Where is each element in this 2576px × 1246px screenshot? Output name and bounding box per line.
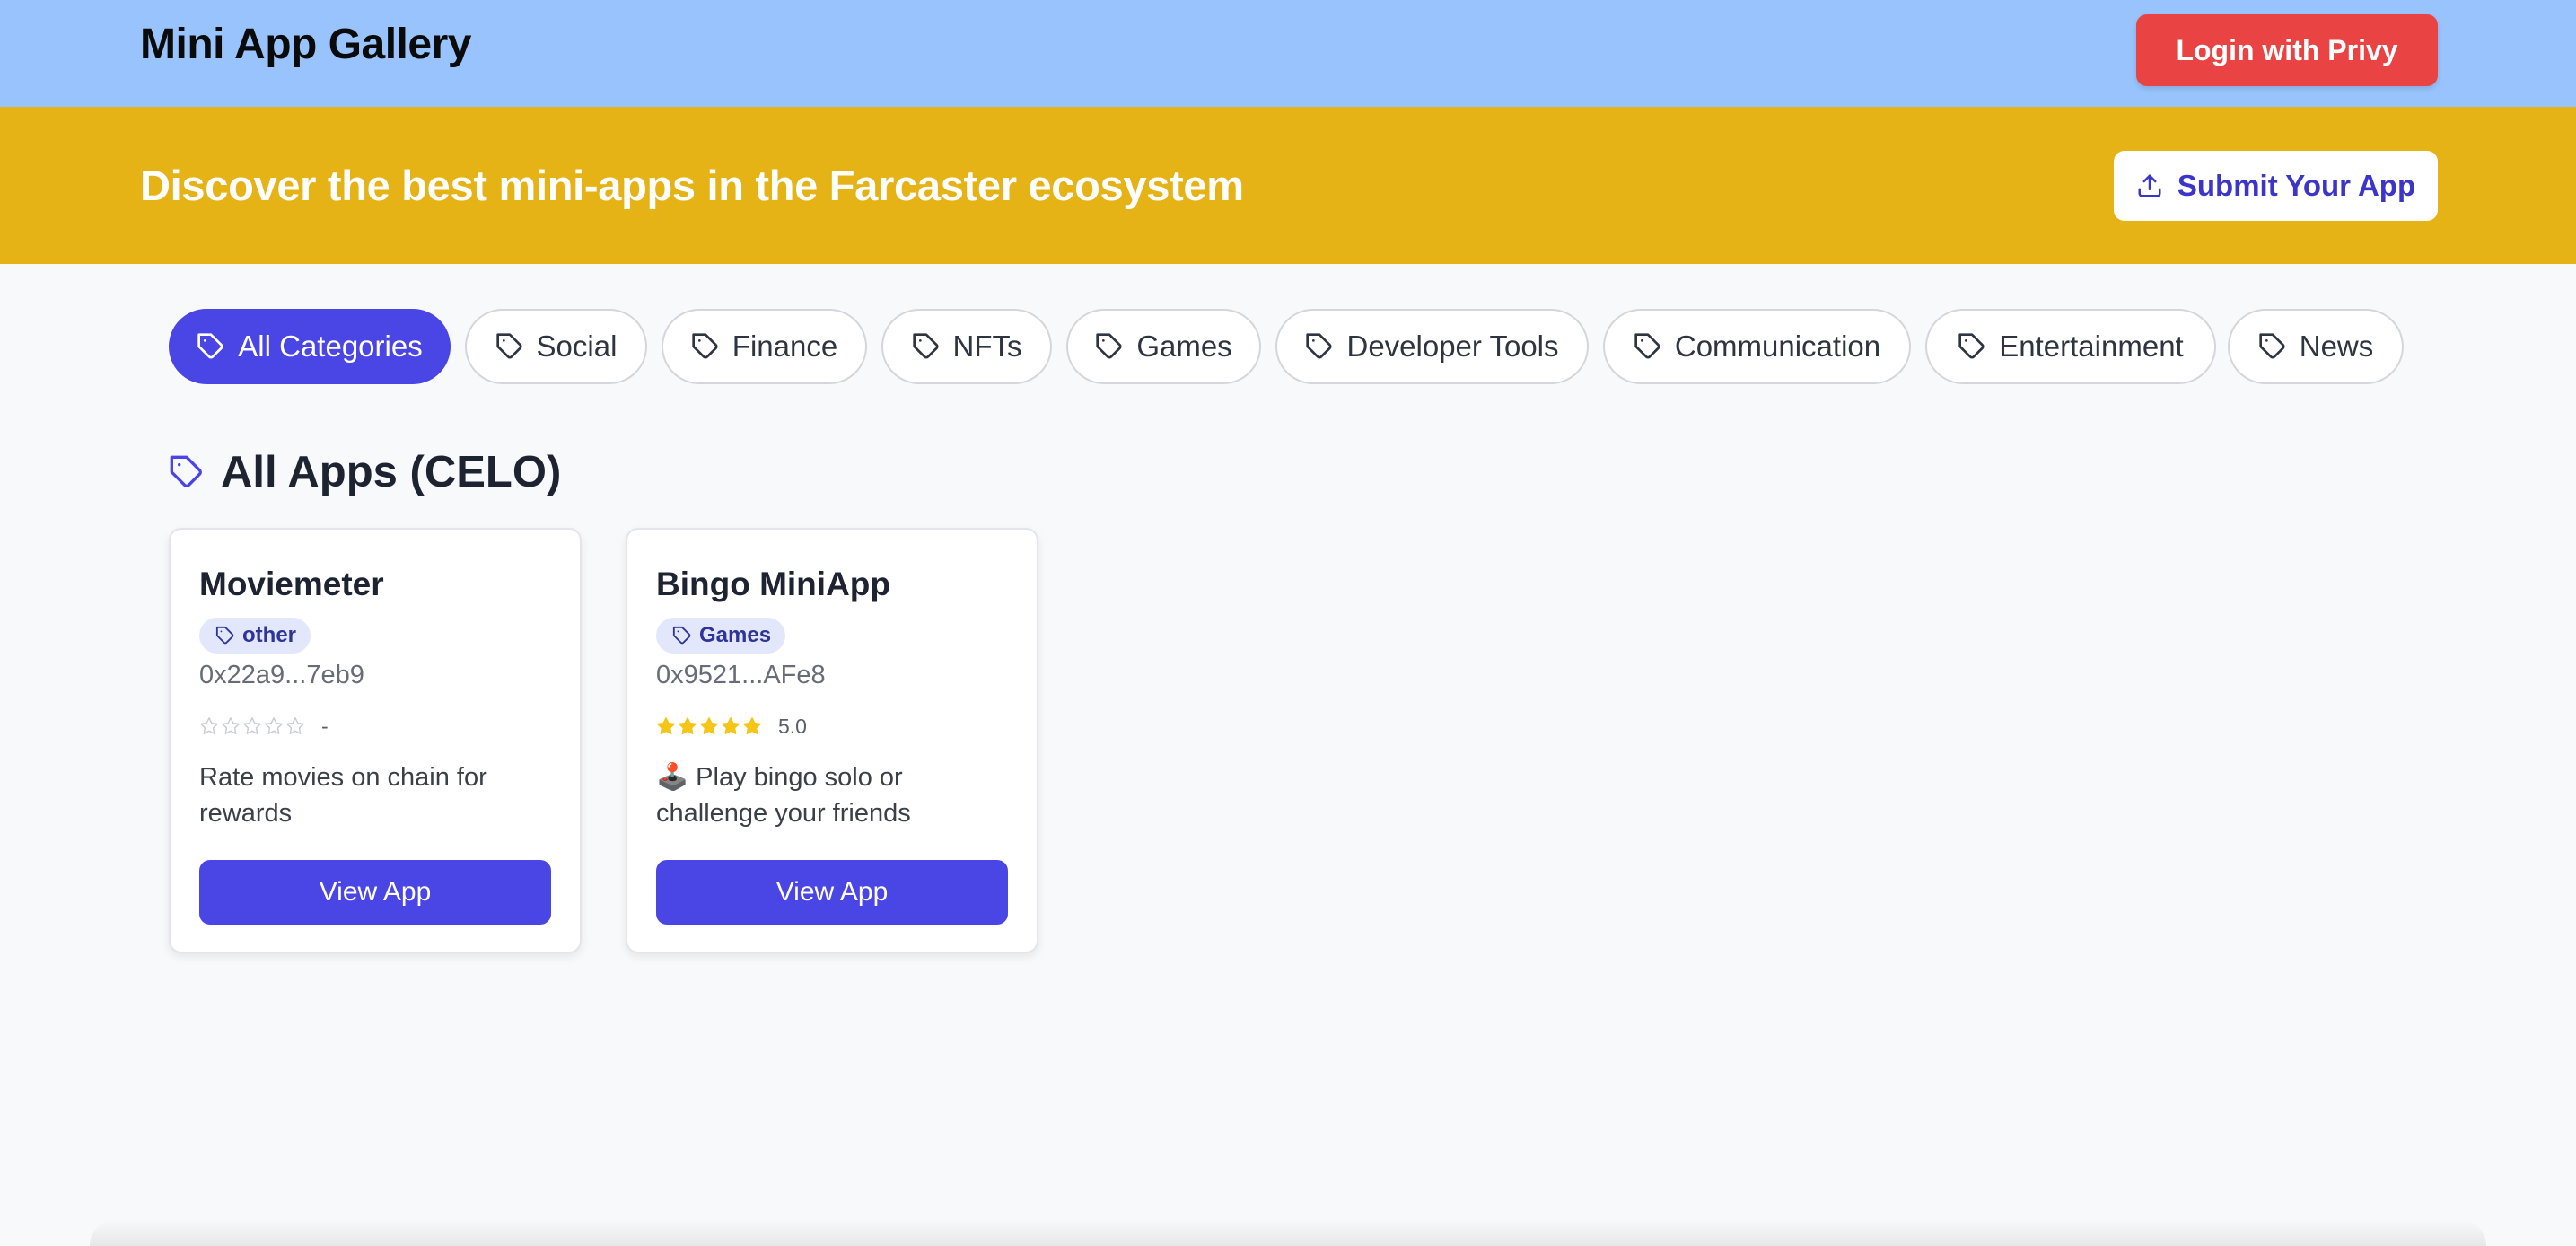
star-icon [657,717,675,735]
submit-app-button[interactable]: Submit Your App [2114,151,2438,221]
top-header: Mini App Gallery Login with Privy [0,0,2576,107]
tag-icon [672,626,692,645]
category-pill-news[interactable]: News [2228,309,2404,384]
app-card: Moviemeter other 0x22a9...7eb9 - Rate mo… [169,528,582,953]
app-card: Bingo MiniApp Games 0x9521...AFe8 5.0 🕹️… [626,528,1038,953]
category-pill-label: News [2299,329,2374,363]
login-button[interactable]: Login with Privy [2136,14,2438,86]
star-icon [679,717,697,735]
category-pill-label: Communication [1674,329,1881,363]
tag-icon [2258,332,2287,361]
tag-icon [1634,332,1662,361]
category-pill-developer-tools[interactable]: Developer Tools [1275,309,1589,384]
app-rating: 5.0 [656,713,807,740]
category-pill-label: Games [1136,329,1232,363]
app-rating: - [199,713,329,740]
app-description: 🕹️ Play bingo solo or challenge your fri… [656,763,911,828]
category-pill-label: All Categories [238,329,423,363]
tag-icon [215,626,235,645]
category-pill-label: Entertainment [1999,329,2184,363]
star-icon [200,717,218,735]
app-category-label: Games [699,623,772,647]
category-pill-finance[interactable]: Finance [662,309,867,384]
category-pill-communication[interactable]: Communication [1603,309,1911,384]
tag-icon [1958,332,1986,361]
tag-icon [197,332,225,361]
category-pill-all[interactable]: All Categories [169,309,451,384]
app-category-label: other [242,623,296,647]
upload-icon [2136,172,2163,199]
rating-value: - [321,714,329,738]
category-pill-nfts[interactable]: NFTs [881,309,1052,384]
star-icon [243,717,261,735]
category-pill-label: Social [536,329,618,363]
star-icon [743,717,761,735]
category-pill-entertainment[interactable]: Entertainment [1925,309,2216,384]
star-rating [656,716,762,736]
hero-headline: Discover the best mini-apps in the Farca… [140,162,1244,209]
rating-value: 5.0 [778,714,807,738]
category-pill-social[interactable]: Social [465,309,647,384]
tag-icon [912,332,941,361]
tag-icon [1305,332,1334,361]
category-pill-label: NFTs [952,329,1022,363]
app-address: 0x22a9...7eb9 [199,661,364,689]
tag-icon [691,332,720,361]
submit-app-label: Submit Your App [2177,169,2416,202]
app-address: 0x9521...AFe8 [656,661,826,689]
app-category-badge: other [199,618,311,654]
section-title: All Apps (CELO) [221,448,562,496]
star-icon [222,717,240,735]
app-category-badge: Games [656,618,786,654]
hero-banner: Discover the best mini-apps in the Farca… [0,107,2576,264]
brand-title[interactable]: Mini App Gallery [140,20,471,69]
view-app-button[interactable]: View App [656,860,1008,925]
app-description: Rate movies on chain for rewards [199,763,487,828]
star-icon [722,717,740,735]
tag-icon [1095,332,1124,361]
star-icon [265,717,283,735]
view-app-button[interactable]: View App [199,860,551,925]
section-heading: All Apps (CELO) [169,445,561,499]
category-pill-games[interactable]: Games [1066,309,1261,384]
category-pill-label: Developer Tools [1346,329,1559,363]
star-icon [286,717,304,735]
app-name: Bingo MiniApp [656,566,890,602]
star-rating [199,716,305,736]
category-pill-label: Finance [732,329,838,363]
star-icon [700,717,718,735]
bottom-panel-edge [90,1219,2486,1246]
tag-icon [495,332,524,361]
app-name: Moviemeter [199,566,384,602]
tag-icon [169,454,205,490]
